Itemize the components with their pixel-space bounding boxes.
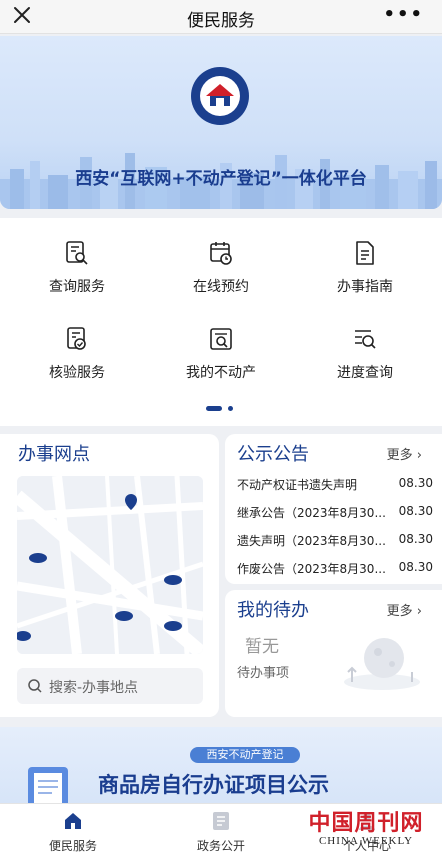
calendar-clock-icon bbox=[210, 242, 232, 265]
guide-document-icon bbox=[356, 241, 374, 265]
notice-date: 08.30 bbox=[398, 532, 433, 546]
service-label: 在线预约 bbox=[193, 279, 249, 295]
progress-search-icon bbox=[355, 330, 376, 349]
notice-panel: 公示公告 更多 › 不动产权证书遗失声明 08.30 继承公告（2023年8月3… bbox=[225, 434, 442, 584]
tab-government-affairs[interactable]: 政务公开 bbox=[166, 810, 276, 854]
notice-text: 遗失声明（2023年8月30... bbox=[237, 534, 386, 548]
todo-empty-text: 暂无 bbox=[245, 637, 279, 657]
todo-panel: 我的待办 更多 › 暂无 待办事项 bbox=[225, 590, 442, 717]
promo-title: 商品房自行办证项目公示 bbox=[98, 773, 329, 797]
notice-date: 08.30 bbox=[398, 504, 433, 518]
top-bar: 便民服务 ••• bbox=[0, 0, 442, 34]
todo-panel-title: 我的待办 bbox=[237, 600, 309, 621]
office-search-input[interactable]: 搜索-办事地点 bbox=[17, 668, 203, 704]
home-icon bbox=[65, 813, 81, 829]
notice-date: 08.30 bbox=[398, 560, 433, 574]
notice-item[interactable]: 继承公告（2023年8月30... 08.30 bbox=[237, 504, 433, 524]
carousel-dot-active bbox=[206, 406, 222, 411]
notice-panel-title: 公示公告 bbox=[237, 444, 309, 465]
real-estate-registration-logo bbox=[191, 67, 249, 125]
service-verify[interactable]: 核验服务 bbox=[22, 326, 132, 382]
notice-item[interactable]: 作废公告（2023年8月30... 08.30 bbox=[237, 560, 433, 580]
hero-banner[interactable]: 西安“互联网+不动产登记”一体化平台 bbox=[0, 36, 442, 209]
chevron-right-icon: › bbox=[416, 604, 422, 619]
service-guide[interactable]: 办事指南 bbox=[310, 240, 420, 296]
notice-item[interactable]: 遗失声明（2023年8月30... 08.30 bbox=[237, 532, 433, 552]
tab-convenience-services[interactable]: 便民服务 bbox=[18, 810, 128, 854]
todo-subtitle: 待办事项 bbox=[237, 666, 290, 681]
service-label: 进度查询 bbox=[337, 365, 393, 381]
service-query[interactable]: 查询服务 bbox=[22, 240, 132, 296]
todo-more-link[interactable]: 更多 › bbox=[387, 600, 422, 619]
notice-item[interactable]: 不动产权证书遗失声明 08.30 bbox=[237, 476, 433, 496]
page-title: 便民服务 bbox=[187, 11, 255, 31]
banner-headline: 西安“互联网+不动产登记”一体化平台 bbox=[75, 169, 367, 189]
office-panel-title: 办事网点 bbox=[18, 444, 90, 465]
document-icon bbox=[213, 812, 229, 830]
service-appointment[interactable]: 在线预约 bbox=[166, 240, 276, 296]
service-grid: 查询服务 在线预约 办事指南 核验服务 我的不动产 进度查询 bbox=[0, 218, 442, 426]
notice-date: 08.30 bbox=[398, 476, 433, 490]
notice-text: 作废公告（2023年8月30... bbox=[237, 562, 386, 576]
my-property-icon bbox=[210, 328, 232, 350]
notice-text: 继承公告（2023年8月30... bbox=[237, 506, 386, 520]
search-icon bbox=[28, 679, 42, 693]
search-document-icon bbox=[66, 241, 88, 265]
promo-banner[interactable]: 西安不动产登记 商品房自行办证项目公示 bbox=[0, 727, 442, 807]
service-my-property[interactable]: 我的不动产 bbox=[166, 326, 276, 382]
service-label: 核验服务 bbox=[49, 365, 105, 381]
more-menu-icon[interactable]: ••• bbox=[383, 4, 424, 25]
service-label: 办事指南 bbox=[337, 279, 393, 295]
notice-more-link[interactable]: 更多 › bbox=[387, 444, 422, 463]
service-progress[interactable]: 进度查询 bbox=[310, 326, 420, 382]
china-weekly-watermark: 中国周刊网 CHINA WEEKLY bbox=[296, 805, 436, 847]
tab-label: 政务公开 bbox=[196, 839, 245, 853]
watermark-cn: 中国周刊网 bbox=[308, 810, 424, 836]
clipboard-illustration bbox=[28, 767, 68, 807]
carousel-dot bbox=[228, 406, 233, 411]
more-label: 更多 bbox=[386, 604, 413, 619]
tab-label: 便民服务 bbox=[48, 839, 97, 853]
notice-text: 不动产权证书遗失声明 bbox=[237, 478, 358, 492]
service-label: 查询服务 bbox=[49, 279, 105, 295]
service-label: 我的不动产 bbox=[186, 365, 256, 381]
promo-tag: 西安不动产登记 bbox=[190, 747, 300, 763]
empty-planet-illustration bbox=[344, 638, 420, 690]
chevron-right-icon: › bbox=[416, 448, 422, 463]
verify-scroll-icon bbox=[67, 327, 86, 350]
office-map[interactable] bbox=[17, 476, 203, 654]
office-panel: 办事网点 搜索-办事地点 bbox=[0, 434, 219, 717]
search-placeholder: 搜索-办事地点 bbox=[49, 680, 139, 696]
more-label: 更多 bbox=[386, 448, 413, 463]
